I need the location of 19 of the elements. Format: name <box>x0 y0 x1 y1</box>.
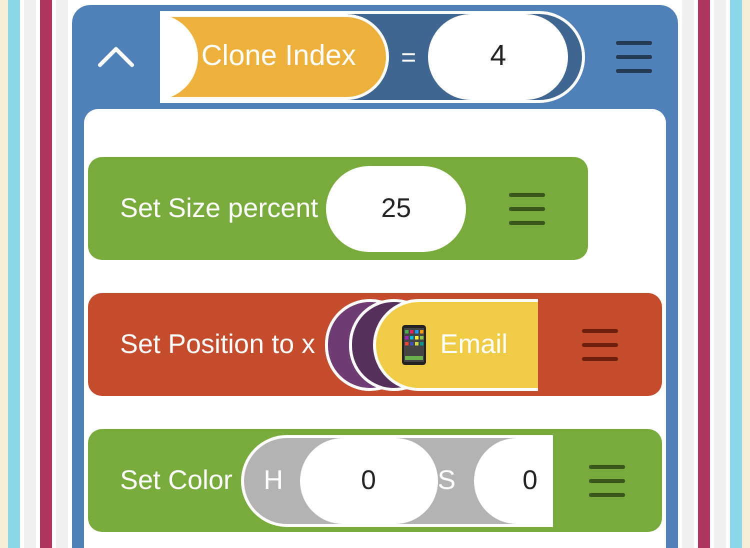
chevron-up-icon[interactable] <box>97 46 135 68</box>
menu-icon[interactable] <box>616 41 652 73</box>
block-label: Set Size percent <box>120 192 318 226</box>
value-field[interactable]: 0 <box>474 438 553 524</box>
code-block[interactable]: Set Color H 0 S 0 <box>88 429 662 532</box>
block-label: Set Position to x <box>120 328 316 362</box>
block-label: Set Color <box>120 464 233 498</box>
menu-icon[interactable] <box>582 328 618 360</box>
field-label: S <box>438 464 457 498</box>
operator-text: = <box>401 40 416 74</box>
code-block[interactable]: Set Size percent 25 <box>88 157 588 260</box>
value-field[interactable]: 25 <box>326 166 466 252</box>
value-field[interactable]: 0 <box>300 438 438 524</box>
menu-icon[interactable] <box>589 464 626 496</box>
menu-icon[interactable] <box>509 192 546 224</box>
code-block[interactable]: Set Position to x Email <box>88 293 662 396</box>
value-field[interactable]: 4 <box>428 14 568 100</box>
phone-icon <box>402 324 426 364</box>
field-label: H <box>264 464 284 498</box>
